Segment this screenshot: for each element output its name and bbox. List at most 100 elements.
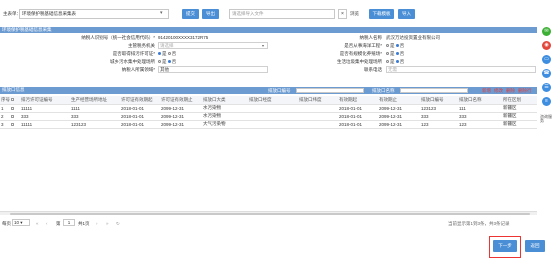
radio-icon[interactable] bbox=[386, 44, 389, 48]
farm-label: 是否有规模化养殖场* bbox=[339, 51, 382, 56]
delete-link[interactable]: 删除 bbox=[506, 88, 515, 94]
weibo-icon[interactable]: ◉ bbox=[542, 41, 551, 50]
next-step-button[interactable]: 下一步 bbox=[493, 240, 517, 252]
chevron-down-icon: ▾ bbox=[160, 10, 163, 16]
table-cell: 1 bbox=[0, 104, 10, 113]
pc-icon[interactable]: ▭ bbox=[542, 55, 551, 64]
checkbox-icon[interactable] bbox=[11, 114, 14, 118]
no-label: 否 bbox=[399, 51, 405, 56]
pager: 每页 10 ▾ « ‹ 第 1 共1页 › » ↻ 当前显示第1到3条，共3条记… bbox=[0, 218, 537, 228]
close-icon[interactable]: × bbox=[338, 9, 347, 19]
form-select-value: 环境保护税基础信息采集表 bbox=[22, 11, 76, 16]
filter2-label: 排放口名称 bbox=[372, 88, 395, 93]
refresh-icon[interactable]: ↻ bbox=[116, 221, 120, 227]
last-page-icon[interactable]: » bbox=[106, 221, 109, 226]
radio-icon[interactable] bbox=[167, 52, 171, 56]
table-cell: 123123 bbox=[420, 104, 458, 113]
taxpayer-id-value: 91420100XXXX3172R75 bbox=[158, 35, 209, 40]
filter1-input[interactable] bbox=[296, 88, 364, 93]
prev-page-icon[interactable]: ‹ bbox=[46, 221, 48, 226]
radio-icon[interactable] bbox=[158, 60, 161, 64]
table-cell bbox=[248, 120, 298, 129]
row-select[interactable] bbox=[10, 120, 20, 129]
horizontal-scrollbar[interactable] bbox=[0, 211, 537, 215]
row-select[interactable] bbox=[10, 104, 20, 113]
radio-checked-icon[interactable] bbox=[158, 52, 161, 56]
table-header-row: 序号 排污许可证编号 生产经营场所地址 许可证有效期起 许可证有效期止 排放口大… bbox=[0, 96, 537, 105]
table-cell: 新疆区 bbox=[502, 112, 537, 121]
table-cell: 2099-12-31 bbox=[378, 104, 420, 113]
add-link[interactable]: 新增 bbox=[482, 88, 491, 94]
radio-checked-icon[interactable] bbox=[167, 60, 171, 64]
checkbox-icon[interactable] bbox=[11, 98, 14, 102]
table-row[interactable]: 1 11111 1111 2018-01-01 2099-12-31 水污染物 … bbox=[0, 104, 537, 113]
taxpayer-type-input[interactable]: 其他 bbox=[158, 66, 268, 73]
table-cell bbox=[248, 104, 298, 113]
import-button[interactable]: 导入 bbox=[398, 9, 415, 19]
chat-icon[interactable]: ☰ bbox=[542, 83, 551, 92]
radio-checked-icon[interactable] bbox=[395, 60, 399, 64]
contact-input[interactable]: 无需 bbox=[386, 66, 536, 73]
section-header-basic: 环境保护税基础信息采集 bbox=[0, 27, 537, 33]
col-header-select[interactable] bbox=[10, 96, 20, 105]
next-page-icon[interactable]: › bbox=[96, 221, 98, 226]
table-cell: 2018-01-01 bbox=[338, 104, 378, 113]
table-cell: 123 bbox=[458, 120, 502, 129]
side-toolbar: ✉ ◉ ▭ ☎ ☰ ≡ 咨询服务 bbox=[540, 25, 553, 125]
table-cell: 2099-12-31 bbox=[160, 104, 202, 113]
basic-info-form: 纳税人识别号（统一社会信用代码）* 91420100XXXX3172R75 纳税… bbox=[0, 34, 537, 86]
col-header: 排放口名称 bbox=[458, 96, 502, 105]
table-cell: 333 bbox=[20, 112, 70, 121]
browse-link[interactable]: 浏览 bbox=[350, 11, 359, 17]
radio-icon[interactable] bbox=[386, 52, 389, 56]
page-input[interactable]: 1 bbox=[63, 219, 75, 226]
radio-checked-icon[interactable] bbox=[395, 52, 399, 56]
taxpayer-name-label: 纳税人名称 bbox=[359, 35, 383, 40]
table-cell: 333 bbox=[420, 112, 458, 121]
main-org-select[interactable]: 请选择 bbox=[158, 42, 268, 49]
farm-radio[interactable]: 是 否 bbox=[386, 51, 404, 57]
chevron-down-icon: ▾ bbox=[262, 43, 265, 48]
row-select[interactable] bbox=[10, 112, 20, 121]
urban-sewage-radio[interactable]: 是 否 bbox=[158, 59, 176, 65]
edit-link[interactable]: 修改 bbox=[494, 88, 503, 94]
wechat-icon[interactable]: ✉ bbox=[542, 27, 551, 36]
list-icon[interactable]: ≡ bbox=[542, 97, 551, 106]
main-org-label: 主管税务机关 bbox=[128, 43, 155, 48]
first-page-icon[interactable]: « bbox=[36, 221, 39, 226]
table-cell: 2099-12-31 bbox=[378, 120, 420, 129]
page-total: 共1页 bbox=[78, 221, 90, 226]
scrollbar-thumb[interactable] bbox=[10, 213, 530, 215]
no-label: 否 bbox=[399, 59, 405, 64]
table-row[interactable]: 2 333 333 2018-01-01 2099-12-31 水污染物 201… bbox=[0, 112, 537, 121]
delete-row-link[interactable]: 删除行 bbox=[518, 88, 532, 94]
permit-radio[interactable]: 是 否 bbox=[158, 51, 176, 57]
table-cell: 111 bbox=[458, 104, 502, 113]
col-header: 生产经营场所地址 bbox=[70, 96, 120, 105]
back-button[interactable]: 返回 bbox=[525, 240, 545, 252]
yes-label: 是 bbox=[390, 51, 395, 56]
radio-icon[interactable] bbox=[386, 60, 389, 64]
table-cell: 2018-01-01 bbox=[120, 104, 160, 113]
construction-radio[interactable]: 是 否 bbox=[386, 43, 404, 49]
table-row[interactable]: 3 11111 123123 2018-01-01 2099-12-31 大气污… bbox=[0, 120, 537, 129]
export-button[interactable]: 导出 bbox=[202, 9, 219, 19]
checkbox-icon[interactable] bbox=[11, 106, 14, 110]
submit-button[interactable]: 提交 bbox=[182, 9, 199, 19]
filter2-input[interactable] bbox=[400, 88, 468, 93]
table-cell: 2099-12-31 bbox=[378, 112, 420, 121]
download-template-button[interactable]: 下载模板 bbox=[369, 9, 394, 19]
file-input[interactable]: 请选择导入文件 bbox=[229, 9, 335, 19]
per-page-value: 10 bbox=[14, 220, 20, 225]
consult-text[interactable]: 咨询服务 bbox=[540, 115, 553, 123]
waste-radio[interactable]: 是 否 bbox=[386, 59, 404, 65]
checkbox-icon[interactable] bbox=[11, 122, 14, 126]
table-cell: 2018-01-01 bbox=[338, 112, 378, 121]
construction-label: 是否从事海洋工程* bbox=[344, 43, 382, 48]
table-cell bbox=[298, 112, 338, 121]
form-select[interactable]: 环境保护税基础信息采集表 bbox=[19, 9, 169, 19]
phone-icon[interactable]: ☎ bbox=[542, 69, 551, 78]
col-header: 许可证有效期起 bbox=[120, 96, 160, 105]
radio-checked-icon[interactable] bbox=[395, 44, 399, 48]
per-page-select[interactable]: 10 ▾ bbox=[12, 219, 30, 226]
